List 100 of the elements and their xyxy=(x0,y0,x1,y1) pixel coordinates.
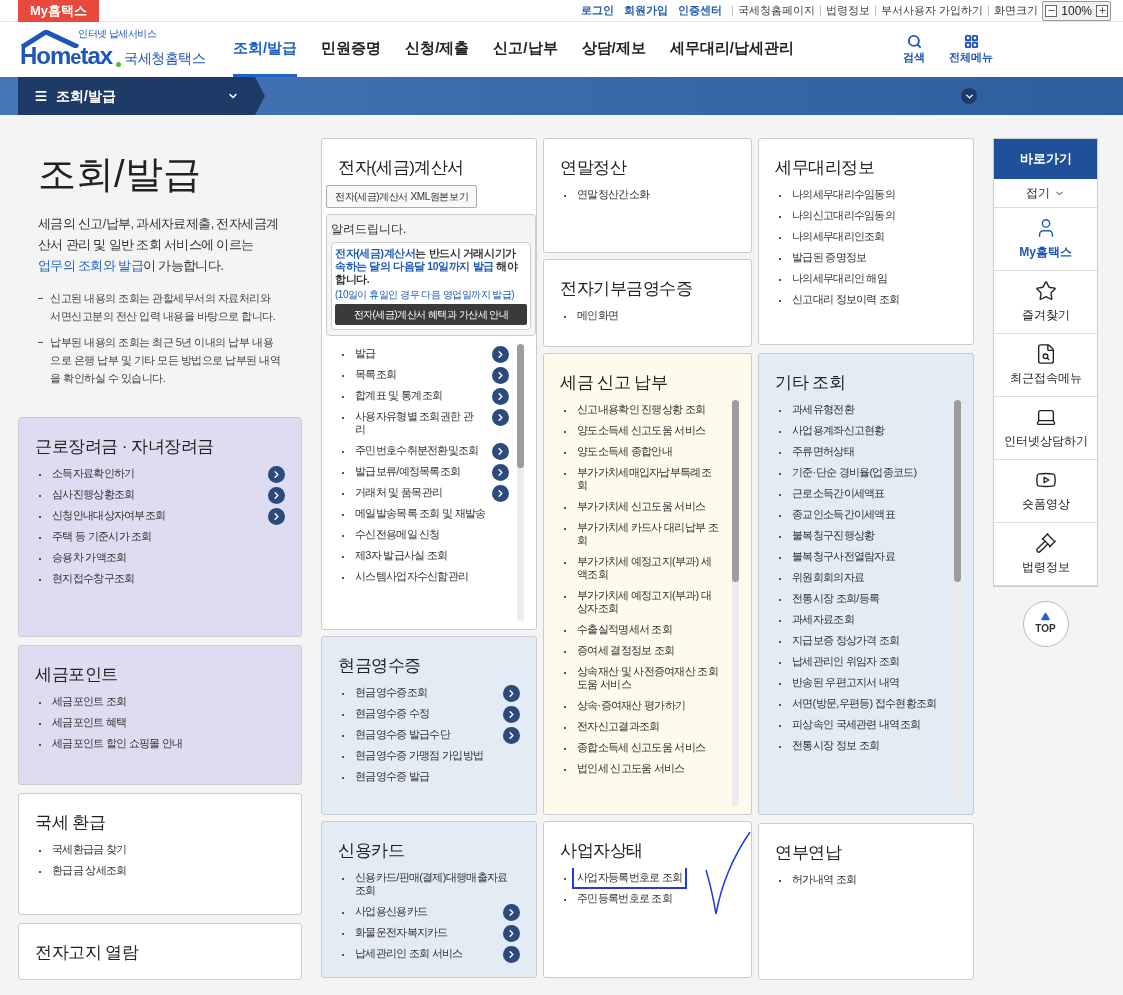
quick-menu-item[interactable]: 인터넷상담하기 xyxy=(994,397,1097,460)
menu-link[interactable]: 발급 xyxy=(350,343,381,365)
main-menu-tab[interactable]: 신고/납부 xyxy=(493,22,558,77)
chevron-right-icon[interactable] xyxy=(503,924,520,942)
menu-link[interactable]: 세금포인트 할인 쇼핑몰 안내 xyxy=(47,731,188,755)
menu-link[interactable]: 현금영수증 수정 xyxy=(350,701,435,725)
menu-link[interactable]: 신고내용확인 진행상황 조회 xyxy=(572,399,711,421)
menu-link[interactable]: 신고대리 정보이력 조회 xyxy=(787,287,905,311)
my-hometax-tab[interactable]: My홈택스 xyxy=(18,0,100,22)
chevron-right-icon[interactable] xyxy=(503,705,520,723)
menu-link[interactable]: 현금영수증 발급수단 xyxy=(350,722,456,746)
menu-link[interactable]: 환급금 상세조회 xyxy=(47,858,132,882)
all-menu-button[interactable]: 전체메뉴 xyxy=(949,33,993,66)
top-button[interactable]: TOP xyxy=(1022,601,1069,647)
chevron-right-icon[interactable] xyxy=(268,486,285,504)
top-link[interactable]: 법령정보 xyxy=(826,2,871,19)
menu-link[interactable]: 주민등록번호로 조회 xyxy=(572,886,678,910)
main-menu-tab[interactable]: 신청/제출 xyxy=(405,22,470,77)
menu-link[interactable]: 전통시장 정보 조회 xyxy=(787,733,885,757)
xml-view-button[interactable]: 전자(세금)계산서 XML원본보기 xyxy=(326,184,478,208)
menu-link[interactable]: 상속재산 및 사전증여재산 조회 도움 서비스 xyxy=(572,659,724,696)
hometax-logo[interactable]: 인터넷 납세서비스 Hometax 국세청홈택스 xyxy=(18,27,203,72)
menu-link[interactable]: 부가가치세 카드사 대리납부 조회 xyxy=(572,515,724,552)
menu-link[interactable]: 화물운전자복지카드 xyxy=(350,920,453,944)
main-menu-tab[interactable]: 세무대리/납세관리 xyxy=(669,22,794,77)
menu-link[interactable]: 납세관리인 위임자 조회 xyxy=(787,649,905,673)
menu-link[interactable]: 현금영수증조회 xyxy=(350,682,433,704)
chevron-right-icon[interactable] xyxy=(268,507,285,525)
chevron-right-icon[interactable] xyxy=(503,945,520,963)
scrollbar[interactable] xyxy=(954,399,961,806)
menu-link[interactable]: 부가가치세 신고도움 서비스 xyxy=(572,494,711,518)
menu-link[interactable]: 사업자등록번호로 조회 xyxy=(572,867,688,889)
menu-link[interactable]: 메일발송목록 조회 및 재발송 xyxy=(350,501,491,525)
menu-link[interactable]: 현금영수증 가맹점 가입방법 xyxy=(350,743,489,767)
menu-link[interactable]: 나의세무대리인 해임 xyxy=(787,266,893,290)
menu-link[interactable]: 수신전용메일 신청 xyxy=(350,522,445,546)
zoom-in-icon[interactable] xyxy=(1096,4,1108,17)
menu-link[interactable]: 납세관리인 조회 서비스 xyxy=(350,941,468,965)
main-menu-tab[interactable]: 상담/제보 xyxy=(581,22,646,77)
main-menu-tab[interactable]: 민원증명 xyxy=(321,22,382,77)
scrollbar[interactable] xyxy=(517,343,524,621)
quick-menu-item[interactable]: My홈택스 xyxy=(994,208,1097,271)
top-link[interactable]: 회원가입 xyxy=(624,2,669,19)
top-link[interactable]: 로그인 xyxy=(581,2,615,19)
menu-link[interactable]: 심사진행상황조회 xyxy=(47,482,140,506)
scrollbar-thumb[interactable] xyxy=(517,343,524,469)
chevron-right-icon[interactable] xyxy=(492,484,509,502)
chevron-right-icon[interactable] xyxy=(492,366,509,384)
quick-menu-item[interactable]: 즐겨찾기 xyxy=(994,271,1097,334)
chevron-right-icon[interactable] xyxy=(268,465,285,483)
menu-link[interactable]: 양도소득세 종합안내 xyxy=(572,439,678,463)
menu-link[interactable]: 불복청구진행상황 xyxy=(787,523,880,547)
chevron-right-icon[interactable] xyxy=(492,345,509,363)
menu-link[interactable]: 국세환급금 찾기 xyxy=(47,839,132,861)
menu-link[interactable]: 과세유형전환 xyxy=(787,399,859,421)
menu-link[interactable]: 나의세무대리수임동의 xyxy=(787,184,900,206)
menu-link[interactable]: 세금포인트 조회 xyxy=(47,691,132,713)
menu-link[interactable]: 부가가치세 예정고지(부과) 세액조회 xyxy=(572,549,724,586)
quick-menu-item[interactable]: 숏폼영상 xyxy=(994,460,1097,523)
penalty-guide-button[interactable]: 전자(세금)계산서 혜택과 가산세 안내 xyxy=(335,303,527,325)
zoom-out-icon[interactable] xyxy=(1045,4,1058,17)
chevron-right-icon[interactable] xyxy=(503,903,520,921)
menu-link[interactable]: 종교인소득간이세액표 xyxy=(787,502,900,526)
chevron-right-icon[interactable] xyxy=(492,408,509,426)
menu-link[interactable]: 발급된 증명정보 xyxy=(787,245,872,269)
menu-link[interactable]: 피상속인 국세관련 내역조회 xyxy=(787,712,926,736)
chevron-right-icon[interactable] xyxy=(492,442,509,460)
search-button[interactable]: 검색 xyxy=(903,33,925,66)
menu-link[interactable]: 반송된 우편고지서 내역 xyxy=(787,670,905,694)
expand-icon[interactable] xyxy=(961,88,977,104)
menu-link[interactable]: 소득자료확인하기 xyxy=(47,463,140,485)
menu-link[interactable]: 목록조회 xyxy=(350,362,402,386)
menu-link[interactable]: 현금영수증 발급 xyxy=(350,764,435,788)
menu-link[interactable]: 거래처 및 품목관리 xyxy=(350,480,448,504)
menu-link[interactable]: 신청안내대상자여부조회 xyxy=(47,503,171,527)
menu-link[interactable]: 승용차 가액조회 xyxy=(47,545,132,569)
menu-link[interactable]: 사업용신용카드 xyxy=(350,899,433,923)
quick-menu-item[interactable]: 법령정보 xyxy=(994,523,1097,586)
menu-link[interactable]: 증여세 결정정보 조회 xyxy=(572,638,680,662)
chevron-right-icon[interactable] xyxy=(492,463,509,481)
intro-link[interactable]: 업무의 조회와 발급 xyxy=(38,259,143,273)
collapse-button[interactable]: 접기 xyxy=(994,179,1097,208)
menu-link[interactable]: 합계표 및 통계조회 xyxy=(350,383,448,407)
menu-link[interactable]: 전자신고결과조회 xyxy=(572,714,665,738)
menu-link[interactable]: 종합소득세 신고도움 서비스 xyxy=(572,735,711,759)
chevron-right-icon[interactable] xyxy=(503,684,520,702)
menu-link[interactable]: 현지접수창구조회 xyxy=(47,566,140,590)
scrollbar-thumb[interactable] xyxy=(732,399,739,583)
menu-link[interactable]: 신용카드/판매(결제)대행매출자료조회 xyxy=(350,867,520,902)
menu-link[interactable]: 위원회회의자료 xyxy=(787,565,870,589)
menu-link[interactable]: 주택 등 기준시가 조회 xyxy=(47,524,157,548)
menu-link[interactable]: 사용자유형별 조회권한 관리 xyxy=(350,404,488,441)
top-link[interactable]: 인증센터 xyxy=(678,2,723,19)
menu-link[interactable]: 시스템사업자수신함관리 xyxy=(350,564,474,588)
menu-link[interactable]: 과세자료조회 xyxy=(787,607,859,631)
menu-link[interactable]: 전통시장 조회/등록 xyxy=(787,586,885,610)
menu-link[interactable]: 근로소득간이세액표 xyxy=(787,481,890,505)
menu-link[interactable]: 지급보증 정상가격 조회 xyxy=(787,628,905,652)
menu-link[interactable]: 세금포인트 혜택 xyxy=(47,710,132,734)
menu-link[interactable]: 사업용계좌신고현황 xyxy=(787,418,890,442)
